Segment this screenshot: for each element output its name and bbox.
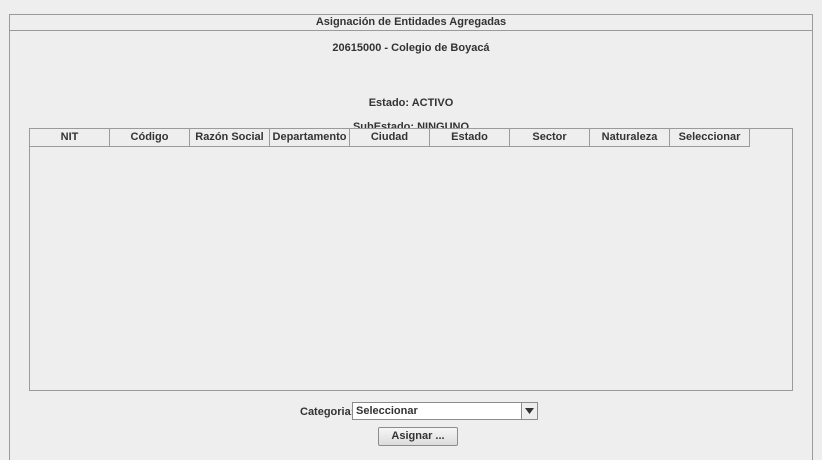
column-header-codigo[interactable]: Código	[110, 129, 190, 147]
column-header-ciudad[interactable]: Ciudad	[350, 129, 430, 147]
column-header-naturaleza[interactable]: Naturaleza	[590, 129, 670, 147]
column-header-razon-social[interactable]: Razón Social	[190, 129, 270, 147]
assign-button[interactable]: Asignar ...	[378, 427, 458, 446]
entity-name: 20615000 - Colegio de Boyacá	[332, 42, 490, 54]
column-header-sector[interactable]: Sector	[510, 129, 590, 147]
category-select[interactable]: Seleccionar	[352, 402, 538, 420]
column-header-seleccionar[interactable]: Seleccionar	[670, 129, 750, 147]
category-row: Categoria: Seleccionar	[0, 402, 822, 424]
column-header-estado[interactable]: Estado	[430, 129, 510, 147]
window-title: Asignación de Entidades Agregadas	[10, 15, 812, 31]
category-selected-value: Seleccionar	[356, 405, 418, 417]
dropdown-arrow-button[interactable]	[521, 403, 537, 419]
entities-table[interactable]: NIT Código Razón Social Departamento Ciu…	[29, 128, 793, 391]
category-label: Categoria:	[300, 406, 355, 418]
column-header-nit[interactable]: NIT	[30, 129, 110, 147]
status-estado: Estado: ACTIVO	[368, 97, 454, 109]
chevron-down-icon	[525, 408, 534, 414]
table-header: NIT Código Razón Social Departamento Ciu…	[30, 129, 750, 147]
column-header-departamento[interactable]: Departamento	[270, 129, 350, 147]
